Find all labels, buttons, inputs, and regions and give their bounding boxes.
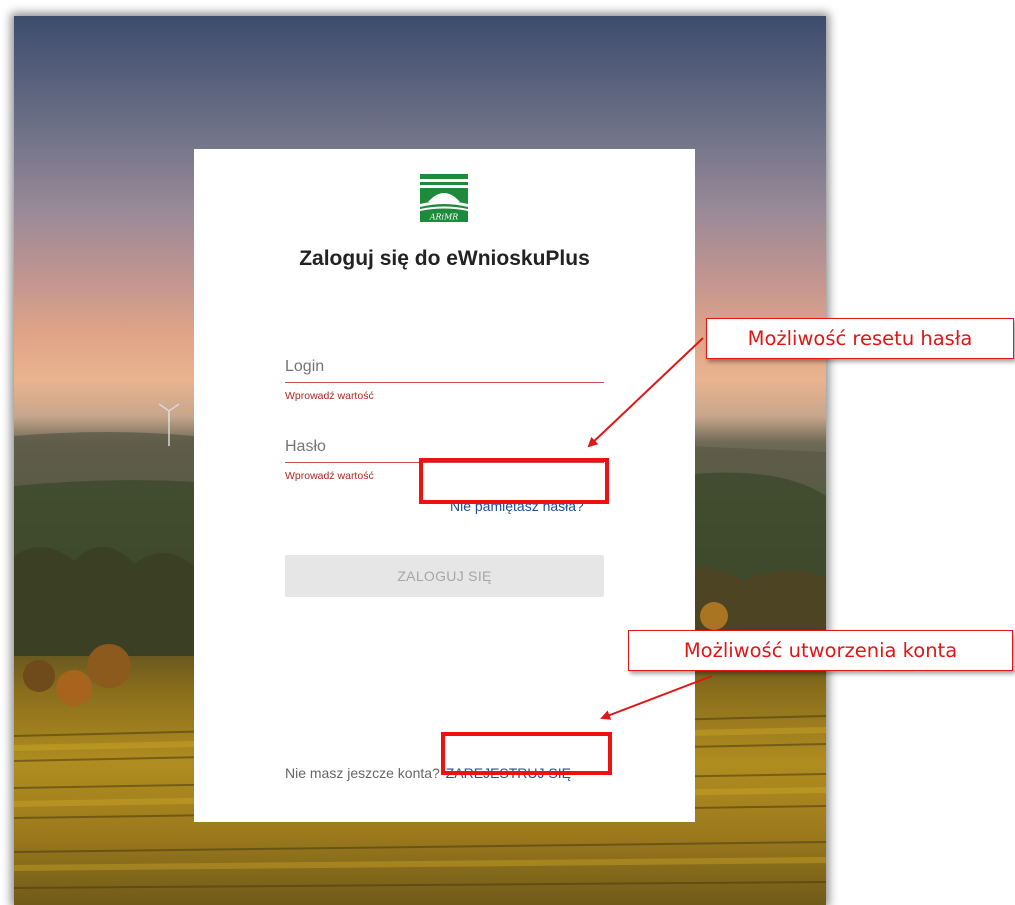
- logo-text: ARiMR: [429, 213, 459, 222]
- register-prompt: Nie masz jeszcze konta?: [285, 765, 440, 781]
- login-input[interactable]: [285, 357, 604, 383]
- reset-callout: Możliwość resetu hasła: [706, 318, 1014, 359]
- forgot-password-highlight: [419, 458, 609, 504]
- register-highlight: [441, 732, 612, 775]
- login-screenshot: ARiMR Zaloguj się do eWnioskuPlus Wprowa…: [14, 16, 826, 905]
- arimr-logo: ARiMR: [420, 174, 468, 222]
- login-button[interactable]: ZALOGUJ SIĘ: [285, 555, 604, 597]
- page-title: Zaloguj się do eWnioskuPlus: [299, 247, 590, 270]
- login-error: Wprowadź wartość: [285, 390, 374, 402]
- register-callout: Możliwość utworzenia konta: [628, 630, 1013, 671]
- login-field: Wprowadź wartość: [285, 357, 604, 402]
